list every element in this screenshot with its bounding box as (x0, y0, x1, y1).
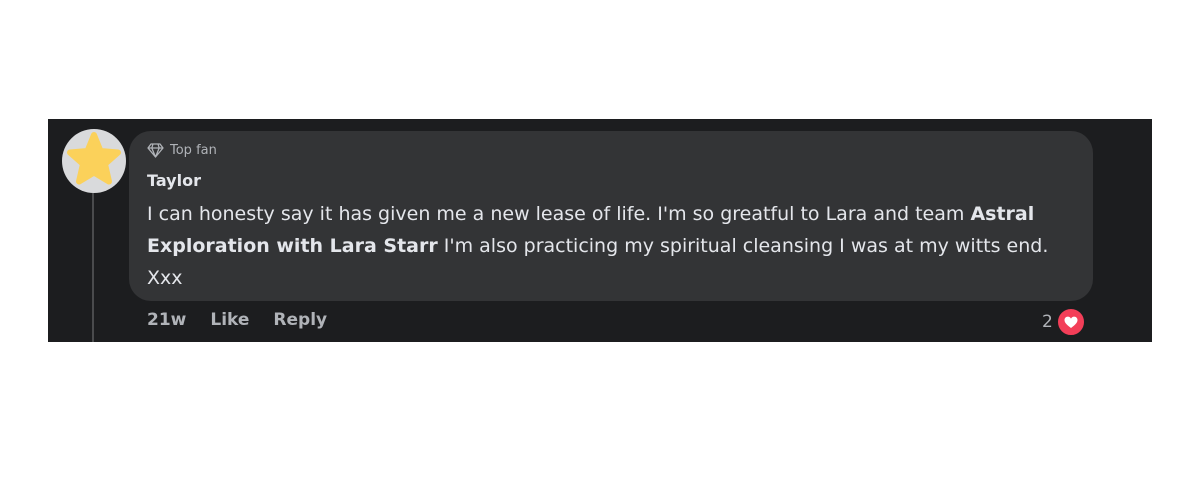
like-button[interactable]: Like (210, 310, 249, 330)
top-fan-badge: Top fan (147, 143, 217, 158)
heart-icon (1064, 316, 1078, 328)
reply-button[interactable]: Reply (273, 310, 327, 330)
thread-line (92, 191, 94, 342)
badge-label: Top fan (170, 143, 217, 158)
heart-reaction (1055, 307, 1086, 337)
reaction-count: 2 (1042, 312, 1053, 332)
comment-bubble: Top fan Taylor I can honesty say it has … (129, 131, 1093, 301)
comment-text: I can honesty say it has given me a new … (147, 198, 1077, 294)
star-icon (67, 132, 121, 185)
comment-text-part-1: I can honesty say it has given me a new … (147, 203, 971, 225)
reactions-summary[interactable]: 2 (1042, 307, 1086, 337)
timestamp[interactable]: 21w (147, 310, 186, 330)
comment-panel: Top fan Taylor I can honesty say it has … (48, 119, 1152, 342)
comment-actions: 21w Like Reply (147, 310, 327, 330)
avatar[interactable] (62, 129, 126, 193)
author-name[interactable]: Taylor (147, 171, 201, 190)
diamond-icon (147, 143, 164, 158)
